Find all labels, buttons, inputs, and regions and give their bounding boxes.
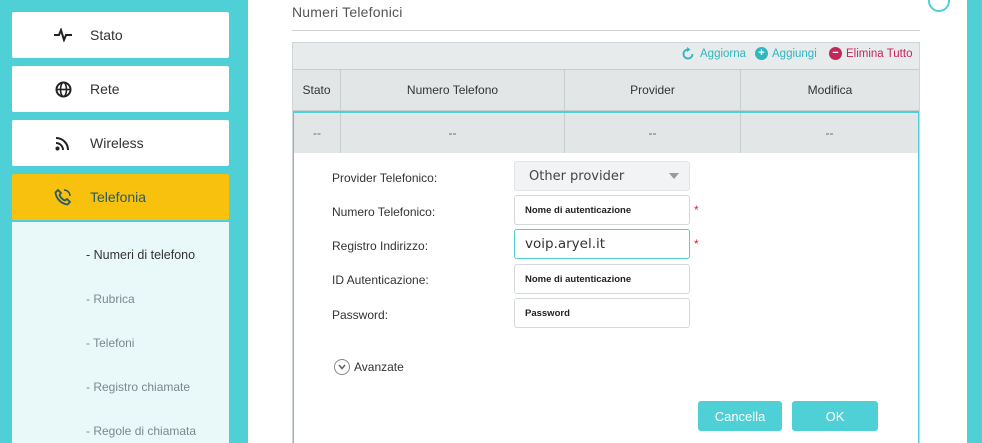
required-mark: * [694,203,699,217]
submenu-item-registro[interactable]: - Registro chiamate [86,380,190,394]
cancel-button[interactable]: Cancella [698,401,782,431]
cell-modifica: -- [825,126,834,140]
edit-form: Provider Telefonico: Other provider Nume… [293,153,919,443]
refresh-icon [681,47,695,61]
cell-provider: -- [565,113,741,153]
right-gap [955,0,967,443]
add-button[interactable]: + Aggiungi [755,47,817,60]
refresh-label: Aggiorna [700,48,747,60]
sidebar-item-wireless[interactable]: Wireless [12,120,229,166]
submenu-item-rubrica[interactable]: - Rubrica [86,292,135,306]
right-border [967,0,982,443]
provider-select-value: Other provider [529,168,625,184]
password-label: Password: [332,308,389,322]
pulse-icon [48,28,78,42]
submenu-item-numeri[interactable]: - Numeri di telefono [86,248,195,262]
header-numero: Numero Telefono [341,70,565,110]
delete-all-button[interactable]: − Elimina Tutto [829,47,912,60]
auth-id-input[interactable]: Nome di autenticazione [514,264,690,294]
submenu-item-regole[interactable]: - Regole di chiamata [86,424,196,438]
add-label: Aggiungi [772,47,817,60]
registrar-label: Registro Indirizzo: [332,239,429,253]
submenu-item-telefoni[interactable]: - Telefoni [86,336,134,350]
chevron-down-icon [669,173,679,179]
auth-id-label: ID Autenticazione: [332,273,429,287]
wifi-icon [48,135,78,151]
refresh-button[interactable]: Aggiorna [681,47,746,61]
password-input[interactable]: Password [514,298,690,328]
sidebar-item-label: Wireless [90,135,144,151]
provider-label: Provider Telefonico: [332,171,438,185]
phone-number-input[interactable]: Nome di autenticazione [514,195,690,225]
registrar-input[interactable]: voip.aryel.it [514,229,690,259]
delete-all-label: Elimina Tutto [846,47,913,60]
minus-icon: − [829,47,842,60]
sidebar-item-label: Rete [90,81,120,97]
number-label: Numero Telefonico: [332,205,436,219]
provider-select[interactable]: Other provider [514,161,690,191]
sidebar-item-telefonia[interactable]: Telefonia [12,174,229,220]
title-divider [292,30,920,31]
chevron-down-icon [334,359,350,375]
sidebar: Stato Rete Wireless Telefonia - Numeri d… [0,0,248,443]
phone-icon [48,188,78,206]
ok-button[interactable]: OK [792,401,878,431]
plus-icon: + [755,47,768,60]
cell-stato: -- [294,113,341,153]
cell-numero: -- [341,113,565,153]
table-header: Stato Numero Telefono Provider Modifica [293,69,919,111]
advanced-label: Avanzate [354,360,404,374]
app-root: Stato Rete Wireless Telefonia - Numeri d… [0,0,982,443]
sidebar-item-stato[interactable]: Stato [12,12,229,58]
table-toolbar: Aggiorna + Aggiungi − Elimina Tutto [293,43,919,69]
header-provider: Provider [565,70,741,110]
header-modifica: Modifica [807,83,853,97]
required-mark: * [694,237,699,251]
help-icon[interactable] [928,0,950,12]
numbers-panel: Aggiorna + Aggiungi − Elimina Tutto Stat… [292,42,920,443]
sidebar-item-label: Telefonia [90,189,147,205]
table-row[interactable]: -- -- -- -- [293,111,919,153]
advanced-toggle[interactable]: Avanzate [334,359,404,375]
sidebar-item-rete[interactable]: Rete [12,66,229,112]
sidebar-item-label: Stato [90,27,123,43]
header-stato: Stato [293,70,341,110]
globe-icon [48,81,78,98]
telefonia-submenu: - Numeri di telefono - Rubrica - Telefon… [12,222,229,443]
page-title: Numeri Telefonici [292,4,403,20]
